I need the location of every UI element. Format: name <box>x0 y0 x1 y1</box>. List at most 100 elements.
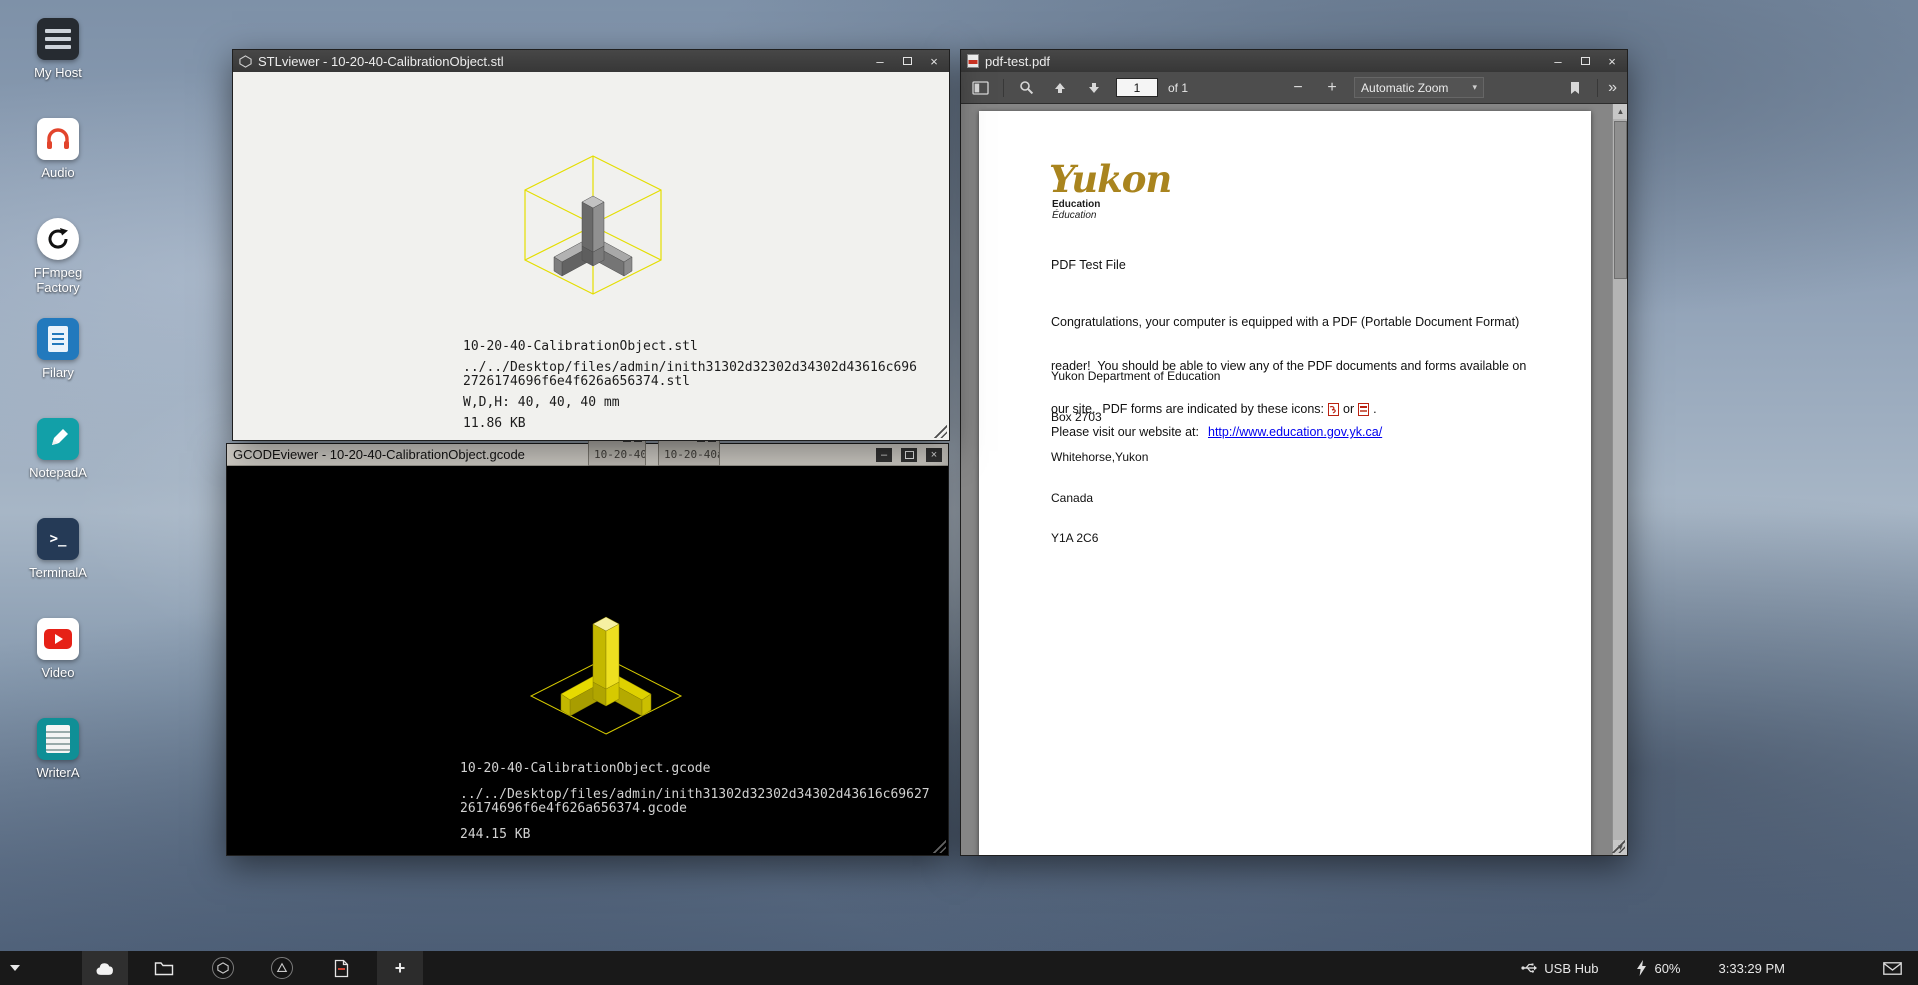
taskbar-gcodeviewer-button[interactable] <box>259 951 305 985</box>
gcode-filesize: 244.15 KB <box>460 828 930 842</box>
desktop-icon-label: Video <box>41 665 74 680</box>
desktop-icon-label: Audio <box>41 165 74 180</box>
desktop-background: My Host Audio FFmpeg Factory Filary Note… <box>0 0 1918 985</box>
next-page-icon[interactable] <box>1082 76 1106 100</box>
more-tools-icon[interactable]: » <box>1608 79 1617 97</box>
sidebar-toggle-icon[interactable] <box>969 76 993 100</box>
website-label: Please visit our website at: <box>1051 425 1199 440</box>
circular-arrows-icon <box>37 218 79 260</box>
gcodeviewer-title: GCODEviewer - 10-20-40-CalibrationObject… <box>233 447 525 462</box>
desktop-icons: My Host Audio FFmpeg Factory Filary Note… <box>10 18 106 818</box>
close-button[interactable]: × <box>926 448 942 462</box>
scroll-up-icon[interactable]: ▲ <box>1613 104 1627 119</box>
maximize-button[interactable] <box>898 53 916 69</box>
gcode-file-info: 10-20-40-CalibrationObject.gcode ../../D… <box>460 762 930 842</box>
minimize-button[interactable]: – <box>876 448 892 462</box>
video-play-icon <box>37 618 79 660</box>
stl-filename: 10-20-40-CalibrationObject.stl <box>463 340 917 354</box>
terminal-icon: >_ <box>37 518 79 560</box>
usb-hub-status[interactable]: USB Hub <box>1521 961 1598 976</box>
previous-page-icon[interactable] <box>1048 76 1072 100</box>
maximize-button[interactable] <box>1576 53 1594 69</box>
desktop-icon-filary[interactable]: Filary <box>10 318 106 418</box>
zoom-select[interactable]: Automatic Zoom ▾ <box>1354 77 1484 98</box>
desktop-icon-label: WriterA <box>36 765 79 780</box>
maximize-button[interactable] <box>901 448 917 462</box>
minimize-button[interactable]: – <box>871 53 889 69</box>
pdf-title: pdf-test.pdf <box>985 54 1050 69</box>
desktop-icon-audio[interactable]: Audio <box>10 118 106 218</box>
taskbar: + USB Hub 60% 3:33:29 PM <box>0 951 1918 985</box>
stlviewer-window: STLviewer - 10-20-40-CalibrationObject.s… <box>232 49 950 441</box>
address-line: Box 2703 <box>1051 411 1220 425</box>
page-number-input[interactable] <box>1116 78 1158 97</box>
pdf-toolbar: of 1 − + Automatic Zoom ▾ » <box>961 72 1627 104</box>
search-icon[interactable] <box>1014 76 1038 100</box>
power-bolt-icon <box>1636 960 1647 976</box>
desktop-icon-label: My Host <box>34 65 82 80</box>
zoom-out-icon[interactable]: − <box>1286 76 1310 100</box>
desktop-icon-notepada[interactable]: NotepadA <box>10 418 106 518</box>
pdf-document-icon <box>334 959 349 978</box>
close-button[interactable]: × <box>1603 53 1621 69</box>
yukon-wordmark: Yukon <box>1049 161 1171 197</box>
gcode-viewport[interactable]: 10-20-40-CalibrationObject.gcode ../../D… <box>227 466 948 855</box>
taskbar-status-area: USB Hub 60% 3:33:29 PM <box>1521 960 1918 976</box>
stl-filepath: 2726174696f6e4f626a656374.stl <box>463 375 917 389</box>
minimize-button[interactable]: – <box>1549 53 1567 69</box>
toolbar-separator <box>1003 79 1004 97</box>
desktop-icon-my-host[interactable]: My Host <box>10 18 106 118</box>
page-count-label: of 1 <box>1168 81 1188 95</box>
address-line: Canada <box>1051 492 1220 506</box>
desktop-icon-label: FFmpeg Factory <box>13 265 103 295</box>
gcode-3d-render <box>519 582 694 742</box>
desktop-icon-label: NotepadA <box>29 465 87 480</box>
stlviewer-title: STLviewer - 10-20-40-CalibrationObject.s… <box>258 54 504 69</box>
desktop-icon-writera[interactable]: WriterA <box>10 718 106 818</box>
taskbar-collapse-icon[interactable] <box>10 965 20 971</box>
website-line: Please visit our website at: http://www.… <box>1051 425 1382 440</box>
stlviewer-titlebar[interactable]: STLviewer - 10-20-40-CalibrationObject.s… <box>233 50 949 72</box>
stl-file-info: 10-20-40-CalibrationObject.stl ../../Des… <box>463 340 917 431</box>
desktop-icon-video[interactable]: Video <box>10 618 106 718</box>
pdf-content-area: Yukon Education Éducation PDF Test File … <box>961 104 1627 855</box>
gcodeviewer-app-icon <box>271 957 293 979</box>
taskbar-stlviewer-button[interactable] <box>200 951 246 985</box>
pdf-scrollbar[interactable]: ▲ ▼ <box>1612 104 1627 855</box>
zoom-value: Automatic Zoom <box>1361 81 1448 95</box>
scrollbar-thumb[interactable] <box>1614 121 1627 279</box>
desktop-icon-ffmpeg-factory[interactable]: FFmpeg Factory <box>10 218 106 318</box>
pdf-app-icon <box>967 54 979 68</box>
paragraph-line: Congratulations, your computer is equipp… <box>1051 315 1591 330</box>
pdf-titlebar[interactable]: pdf-test.pdf – × <box>961 50 1627 72</box>
taskbar-pdf-button[interactable] <box>318 951 364 985</box>
zoom-in-icon[interactable]: + <box>1320 76 1344 100</box>
file-manager-icon <box>37 318 79 360</box>
taskbar-add-button[interactable]: + <box>377 951 423 985</box>
pencil-icon <box>37 418 79 460</box>
address-line: Y1A 2C6 <box>1051 532 1220 546</box>
yukon-logo: Yukon Education Éducation <box>1049 161 1171 221</box>
stl-viewport[interactable]: 10-20-40-CalibrationObject.stl ../../Des… <box>233 72 949 440</box>
taskbar-mail-button[interactable] <box>1883 962 1902 975</box>
logo-subtitle: Éducation <box>1049 210 1171 221</box>
website-link[interactable]: http://www.education.gov.yk.ca/ <box>1208 425 1382 440</box>
battery-status[interactable]: 60% <box>1636 960 1680 976</box>
stl-dimensions: W,D,H: 40, 40, 40 mm <box>463 396 917 410</box>
taskbar-clock[interactable]: 3:33:29 PM <box>1719 961 1786 976</box>
taskbar-cloud-button[interactable] <box>82 951 128 985</box>
headphones-icon <box>37 118 79 160</box>
background-window-title: 10-20-40a <box>659 448 719 461</box>
bookmark-icon[interactable] <box>1563 76 1587 100</box>
resize-grip[interactable] <box>932 423 947 438</box>
resize-grip[interactable] <box>931 838 946 853</box>
usb-hub-label: USB Hub <box>1544 961 1598 976</box>
desktop-icon-terminala[interactable]: >_ TerminalA <box>10 518 106 618</box>
taskbar-files-button[interactable] <box>141 951 187 985</box>
stl-3d-render <box>513 150 673 305</box>
battery-percent-label: 60% <box>1654 961 1680 976</box>
address-line: Whitehorse,Yukon <box>1051 451 1220 465</box>
close-button[interactable]: × <box>925 53 943 69</box>
stl-filepath: ../../Desktop/files/admin/inith31302d323… <box>463 361 917 375</box>
toolbar-separator <box>1597 79 1598 97</box>
